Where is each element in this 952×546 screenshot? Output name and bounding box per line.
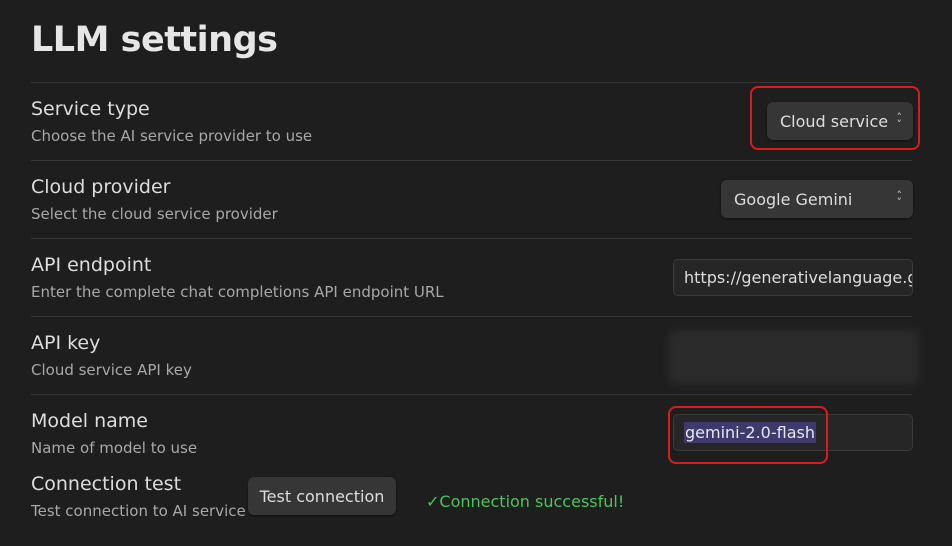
- divider: [31, 160, 912, 161]
- api-endpoint-input[interactable]: https://generativelanguage.g: [673, 259, 913, 296]
- api-endpoint-description: Enter the complete chat completions API …: [31, 283, 444, 301]
- service-type-description: Choose the AI service provider to use: [31, 127, 313, 145]
- api-key-input-redacted[interactable]: [669, 330, 919, 384]
- cloud-provider-description: Select the cloud service provider: [31, 205, 278, 223]
- connection-test-label: Connection test: [31, 473, 182, 495]
- test-connection-button[interactable]: Test connection: [248, 477, 396, 515]
- page-title: LLM settings: [31, 20, 278, 60]
- service-type-label: Service type: [31, 98, 150, 120]
- cloud-provider-value: Google Gemini: [734, 189, 853, 209]
- divider: [31, 394, 912, 395]
- llm-settings-page: LLM settings Service type Choose the AI …: [0, 0, 952, 546]
- divider: [31, 316, 912, 317]
- connection-test-description: Test connection to AI service: [31, 502, 246, 520]
- chevron-up-down-icon: ˄ ˅: [896, 189, 903, 209]
- cloud-provider-dropdown[interactable]: Google Gemini ˄ ˅: [721, 180, 913, 218]
- api-key-description: Cloud service API key: [31, 361, 192, 379]
- api-endpoint-label: API endpoint: [31, 254, 152, 276]
- divider: [31, 82, 912, 83]
- divider: [31, 238, 912, 239]
- connection-status: ✓Connection successful!: [426, 492, 625, 511]
- cloud-provider-label: Cloud provider: [31, 176, 171, 198]
- api-key-label: API key: [31, 332, 101, 354]
- api-endpoint-value: https://generativelanguage.g: [684, 268, 913, 287]
- model-name-description: Name of model to use: [31, 439, 198, 457]
- highlight-callout-service-type: [750, 86, 920, 150]
- highlight-callout-model-name: [668, 406, 828, 464]
- model-name-label: Model name: [31, 410, 148, 432]
